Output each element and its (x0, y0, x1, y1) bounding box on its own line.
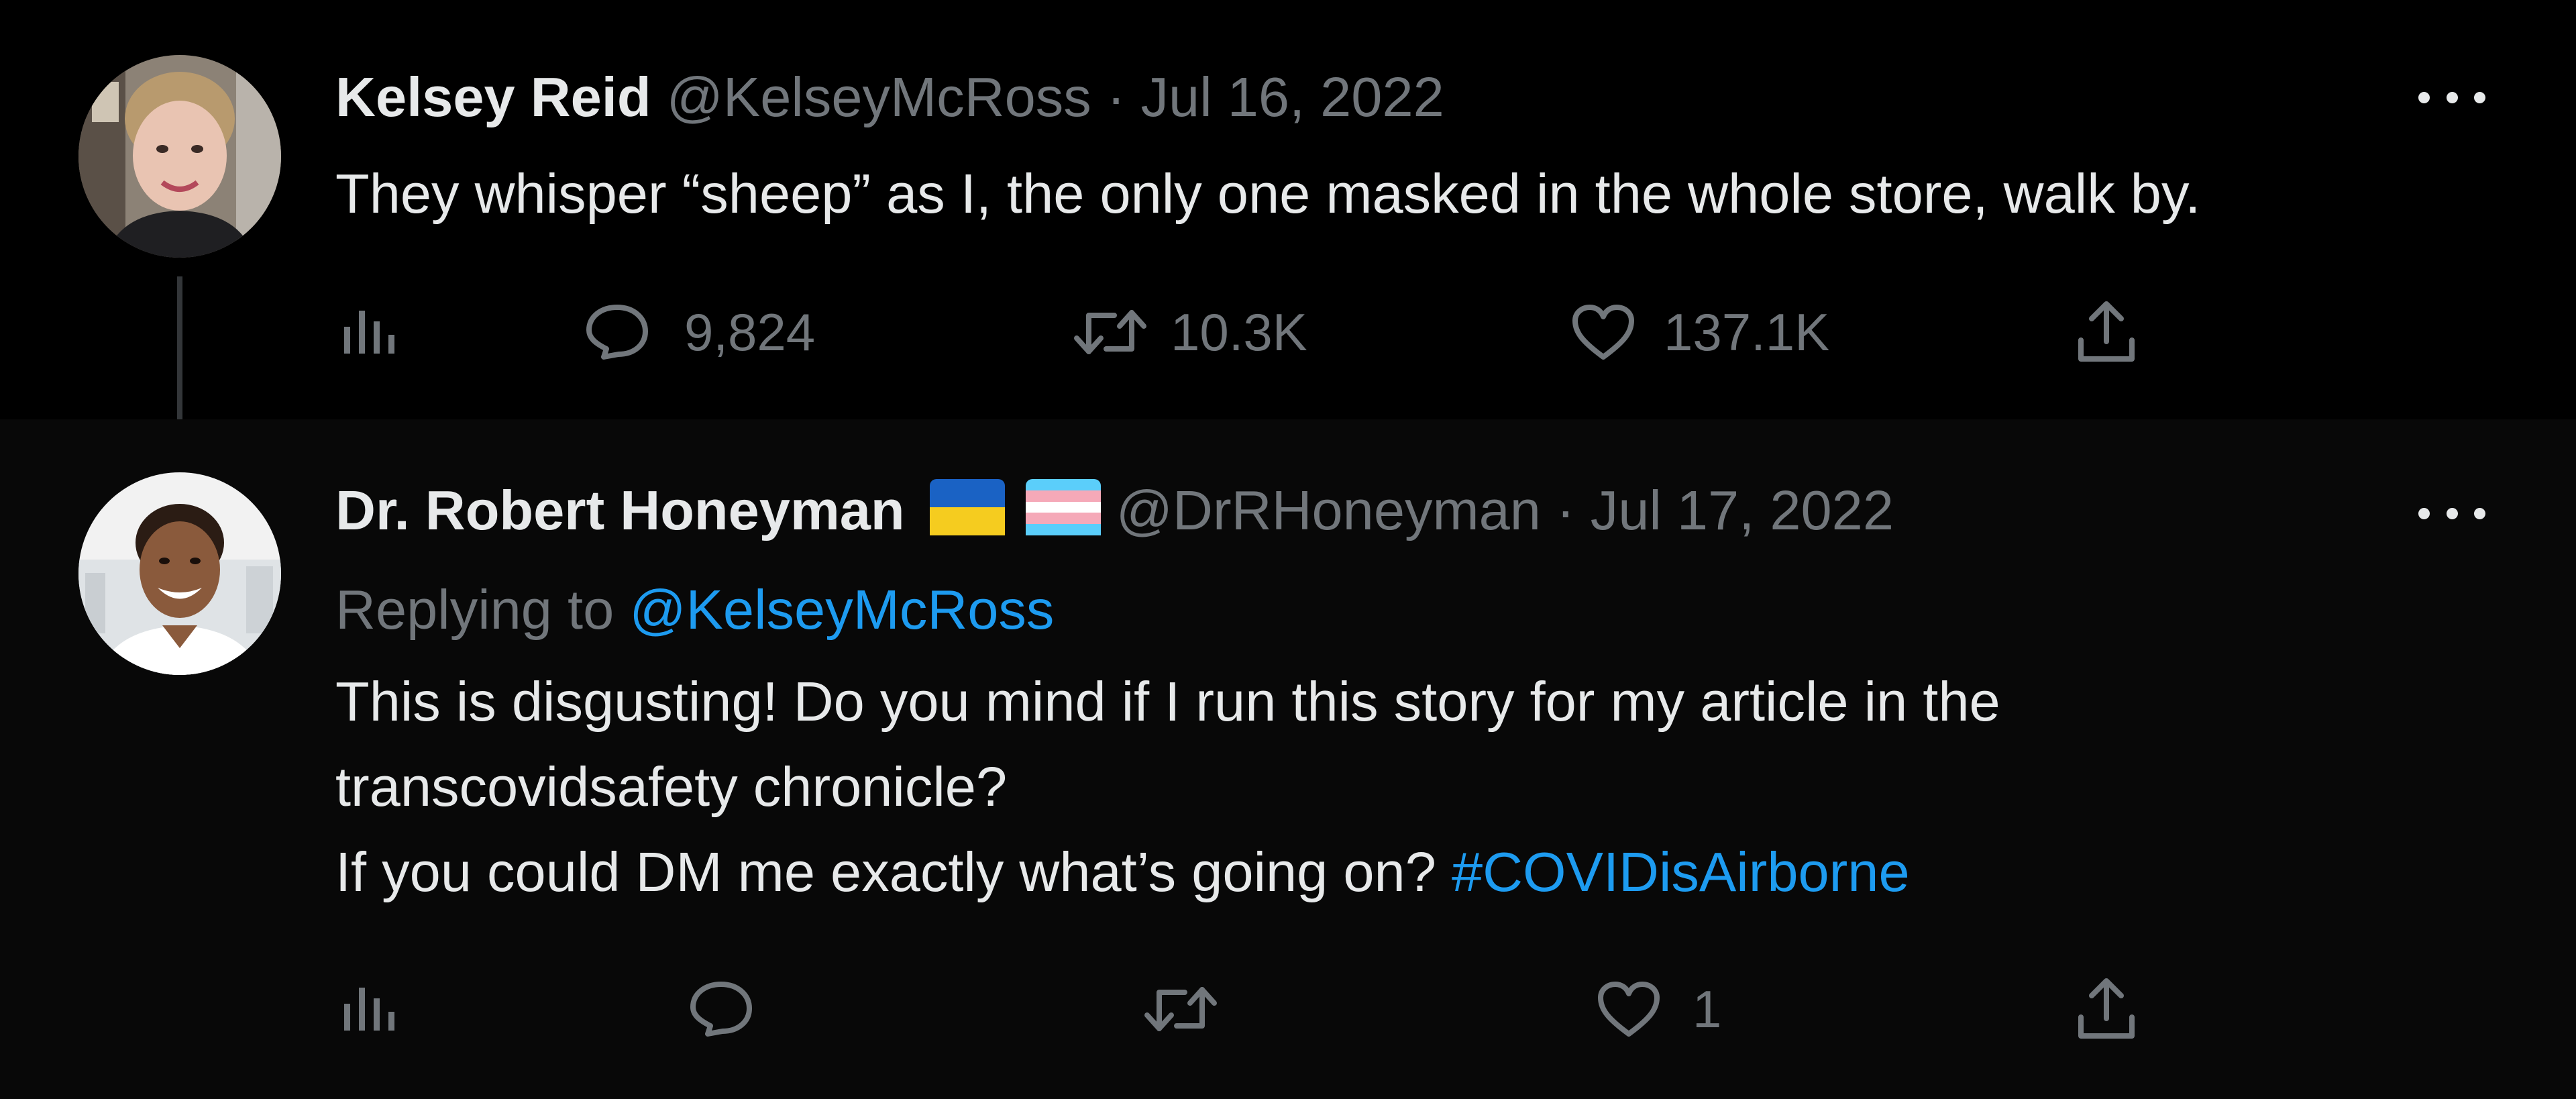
retweet-count: 10.3K (1171, 302, 1307, 362)
tweet-date[interactable]: Jul 16, 2022 (1141, 66, 1444, 128)
like-count: 1 (1693, 979, 1722, 1039)
like-button[interactable]: 137.1K (1570, 295, 1829, 369)
reply-button[interactable] (688, 972, 755, 1046)
tweet-text-line: If you could DM me exactly what’s going … (335, 829, 2000, 914)
tweet-text-line: This is disgusting! Do you mind if I run… (335, 670, 2000, 733)
more-icon[interactable] (2418, 84, 2485, 111)
retweet-button[interactable]: 10.3K (1070, 295, 1307, 369)
tweet-date[interactable]: Jul 17, 2022 (1591, 479, 1894, 541)
replying-to: Replying to @KelseyMcRoss (335, 573, 1054, 647)
analytics-icon (344, 988, 394, 1031)
tweet-header: Dr. Robert Honeyman @DrRHoneyman · Jul 1… (335, 477, 1894, 550)
share-icon (2078, 978, 2135, 1039)
display-name[interactable]: Kelsey Reid (335, 66, 651, 128)
analytics-button[interactable] (339, 972, 399, 1046)
tweet-text-segment: If you could DM me exactly what’s going … (335, 841, 1436, 903)
analytics-icon (344, 311, 394, 354)
display-name[interactable]: Dr. Robert Honeyman (335, 479, 905, 541)
tweet-actions: 1 (0, 972, 2576, 1046)
separator: · (1556, 479, 1575, 541)
more-icon[interactable] (2418, 500, 2485, 527)
reply-icon (586, 305, 648, 360)
tweet-text-line: transcovidsafety chronicle? (335, 755, 1008, 818)
avatar-robert-honeyman[interactable] (78, 472, 281, 675)
like-icon (1598, 982, 1660, 1037)
share-icon (2078, 301, 2135, 362)
reply-count: 9,824 (684, 302, 816, 362)
transgender-flag-icon (1025, 479, 1101, 550)
tweet-actions: 9,824 10.3K 137.1K (0, 295, 2576, 369)
tweet-header: Kelsey Reid @KelseyMcRoss · Jul 16, 2022 (335, 64, 1444, 131)
analytics-button[interactable] (339, 295, 399, 369)
tweet-kelsey-reid[interactable]: Kelsey Reid @KelseyMcRoss · Jul 16, 2022… (0, 0, 2576, 451)
hashtag-link[interactable]: #COVIDisAirborne (1452, 841, 1910, 903)
share-button[interactable] (2073, 972, 2140, 1046)
username[interactable]: @DrRHoneyman (1116, 479, 1541, 541)
username[interactable]: @KelseyMcRoss (667, 66, 1091, 128)
tweet-text: They whisper “sheep” as I, the only one … (335, 162, 2201, 225)
ukraine-flag-icon (929, 479, 1005, 550)
replying-to-mention[interactable]: @KelseyMcRoss (629, 578, 1054, 641)
replying-prefix: Replying to (335, 578, 614, 641)
share-button[interactable] (2073, 295, 2140, 369)
like-count: 137.1K (1664, 302, 1830, 362)
avatar-kelsey-reid[interactable] (78, 55, 281, 258)
like-icon (1572, 305, 1634, 360)
retweet-icon (1144, 987, 1217, 1031)
reply-icon (690, 982, 752, 1037)
like-button[interactable]: 1 (1595, 972, 1721, 1046)
retweet-button[interactable] (1140, 972, 1221, 1046)
reply-button[interactable]: 9,824 (584, 295, 815, 369)
separator: · (1106, 66, 1126, 128)
tweet-text: This is disgusting! Do you mind if I run… (335, 659, 2000, 914)
retweet-icon (1074, 310, 1146, 354)
